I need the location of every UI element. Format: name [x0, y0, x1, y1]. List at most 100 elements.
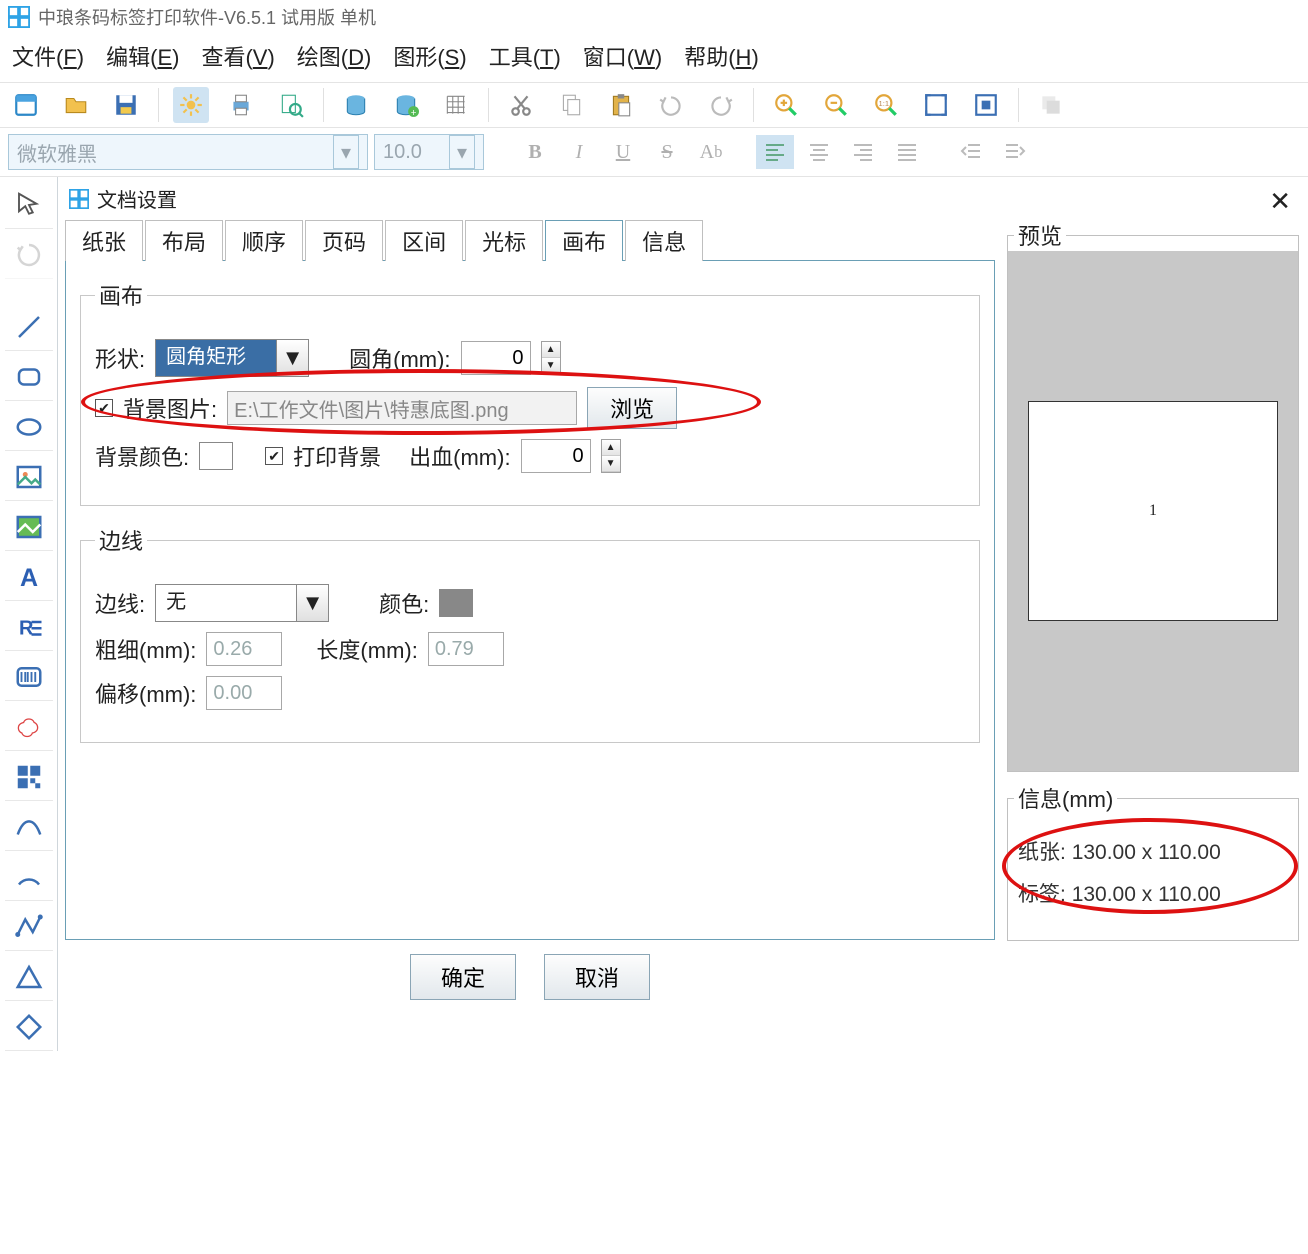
tab-paper[interactable]: 纸张: [65, 220, 143, 261]
triangle-tool-icon[interactable]: [5, 953, 53, 1001]
underline-icon[interactable]: U: [604, 135, 642, 169]
printbg-label: 打印背景: [293, 440, 381, 472]
menu-file[interactable]: 文件(F): [12, 40, 84, 72]
canvas-group: 画布 形状: 圆角矩形 ▼ 圆角(mm): ▲▼: [80, 279, 980, 506]
chevron-down-icon[interactable]: ▾: [449, 135, 475, 169]
font-size-combo[interactable]: 10.0 ▾: [374, 134, 484, 170]
zoom-out-icon[interactable]: [818, 87, 854, 123]
database-icon[interactable]: [338, 87, 374, 123]
zoom-in-icon[interactable]: [768, 87, 804, 123]
polyline-tool-icon[interactable]: [5, 903, 53, 951]
barcode-tool-icon[interactable]: [5, 653, 53, 701]
menu-view[interactable]: 查看(V): [201, 40, 274, 72]
save-icon[interactable]: [108, 87, 144, 123]
image-tool-icon[interactable]: [5, 453, 53, 501]
open-icon[interactable]: [58, 87, 94, 123]
chevron-down-icon[interactable]: ▼: [276, 340, 308, 376]
bold-icon[interactable]: B: [516, 135, 554, 169]
undo-icon[interactable]: [653, 87, 689, 123]
info-legend: 信息(mm): [1014, 782, 1117, 814]
tab-layout[interactable]: 布局: [145, 220, 223, 261]
settings-icon[interactable]: [173, 87, 209, 123]
bgimg-checkbox[interactable]: ✔: [95, 399, 113, 417]
menu-edit[interactable]: 编辑(E): [106, 40, 179, 72]
text-tool-icon[interactable]: A: [5, 553, 53, 601]
tab-info[interactable]: 信息: [625, 220, 703, 261]
font-name-combo[interactable]: 微软雅黑 ▾: [8, 134, 368, 170]
corner-input[interactable]: [461, 341, 531, 375]
ellipse-tool-icon[interactable]: [5, 403, 53, 451]
align-right-icon[interactable]: [844, 135, 882, 169]
diamond-tool-icon[interactable]: [5, 1003, 53, 1051]
align-center-icon[interactable]: [800, 135, 838, 169]
bleed-spinner[interactable]: ▲▼: [601, 439, 621, 473]
print-preview-icon[interactable]: [273, 87, 309, 123]
superscript-icon[interactable]: Ab: [692, 135, 730, 169]
corner-spinner[interactable]: ▲▼: [541, 341, 561, 375]
dialog-tabs: 纸张 布局 顺序 页码 区间 光标 画布 信息: [65, 219, 995, 260]
strike-icon[interactable]: S: [648, 135, 686, 169]
thick-input[interactable]: [206, 632, 282, 666]
menu-draw[interactable]: 绘图(D): [297, 40, 372, 72]
richtext-tool-icon[interactable]: R: [5, 603, 53, 651]
menu-help[interactable]: 帮助(H): [684, 40, 759, 72]
tab-canvas[interactable]: 画布: [545, 220, 623, 261]
pointer-tool-icon[interactable]: [5, 181, 53, 229]
italic-icon[interactable]: I: [560, 135, 598, 169]
tab-range[interactable]: 区间: [385, 220, 463, 261]
close-icon[interactable]: ✕: [1269, 186, 1291, 217]
offset-input[interactable]: [206, 676, 282, 710]
indent-out-icon[interactable]: [952, 135, 990, 169]
menu-tool[interactable]: 工具(T): [489, 40, 561, 72]
align-justify-icon[interactable]: [888, 135, 926, 169]
cancel-button[interactable]: 取消: [544, 954, 650, 1000]
paste-icon[interactable]: [603, 87, 639, 123]
bgimg-path-input[interactable]: [227, 391, 577, 425]
border-color-swatch[interactable]: [439, 589, 473, 617]
tab-order[interactable]: 顺序: [225, 220, 303, 261]
chevron-down-icon[interactable]: ▼: [296, 585, 328, 621]
info-paper-label: 纸张:: [1018, 841, 1066, 864]
menu-window[interactable]: 窗口(W): [583, 40, 662, 72]
redo-icon[interactable]: [703, 87, 739, 123]
shape-select[interactable]: 圆角矩形 ▼: [155, 339, 309, 377]
picture-tool-icon[interactable]: [5, 503, 53, 551]
preview-group: 预览 1: [1007, 219, 1299, 772]
copy-icon[interactable]: [553, 87, 589, 123]
menu-shape[interactable]: 图形(S): [393, 40, 466, 72]
zoom-100-icon[interactable]: 1:1: [868, 87, 904, 123]
bgcolor-label: 背景颜色:: [95, 440, 189, 472]
zoom-fit-icon[interactable]: [918, 87, 954, 123]
roundrect-tool-icon[interactable]: [5, 353, 53, 401]
tab-page[interactable]: 页码: [305, 220, 383, 261]
indent-in-icon[interactable]: [996, 135, 1034, 169]
bgcolor-swatch[interactable]: [199, 442, 233, 470]
align-left-icon[interactable]: [756, 135, 794, 169]
line-tool-icon[interactable]: [5, 303, 53, 351]
menu-bar: 文件(F) 编辑(E) 查看(V) 绘图(D) 图形(S) 工具(T) 窗口(W…: [0, 34, 1308, 82]
new-doc-icon[interactable]: [8, 87, 44, 123]
browse-button[interactable]: 浏览: [587, 387, 677, 429]
qrcode-tool-icon[interactable]: [5, 753, 53, 801]
printbg-checkbox[interactable]: ✔: [265, 447, 283, 465]
border-select[interactable]: 无 ▼: [155, 584, 329, 622]
zoom-sel-icon[interactable]: [968, 87, 1004, 123]
database-add-icon[interactable]: +: [388, 87, 424, 123]
rotate-tool-icon[interactable]: [5, 231, 53, 279]
chevron-down-icon[interactable]: ▾: [333, 135, 359, 169]
preview-page-number: 1: [1149, 502, 1157, 520]
cut-icon[interactable]: [503, 87, 539, 123]
info-paper-value: 130.00 x 110.00: [1072, 841, 1221, 864]
svg-text:+: +: [411, 108, 417, 118]
curve-tool-icon[interactable]: [5, 803, 53, 851]
ok-button[interactable]: 确定: [410, 954, 516, 1000]
arc-tool-icon[interactable]: [5, 853, 53, 901]
bleed-input[interactable]: [521, 439, 591, 473]
grid-icon[interactable]: [438, 87, 474, 123]
layers-icon[interactable]: [1033, 87, 1069, 123]
tab-cursor[interactable]: 光标: [465, 220, 543, 261]
length-input[interactable]: [428, 632, 504, 666]
shape-tool-icon[interactable]: [5, 703, 53, 751]
font-name-value: 微软雅黑: [17, 138, 97, 167]
print-icon[interactable]: [223, 87, 259, 123]
